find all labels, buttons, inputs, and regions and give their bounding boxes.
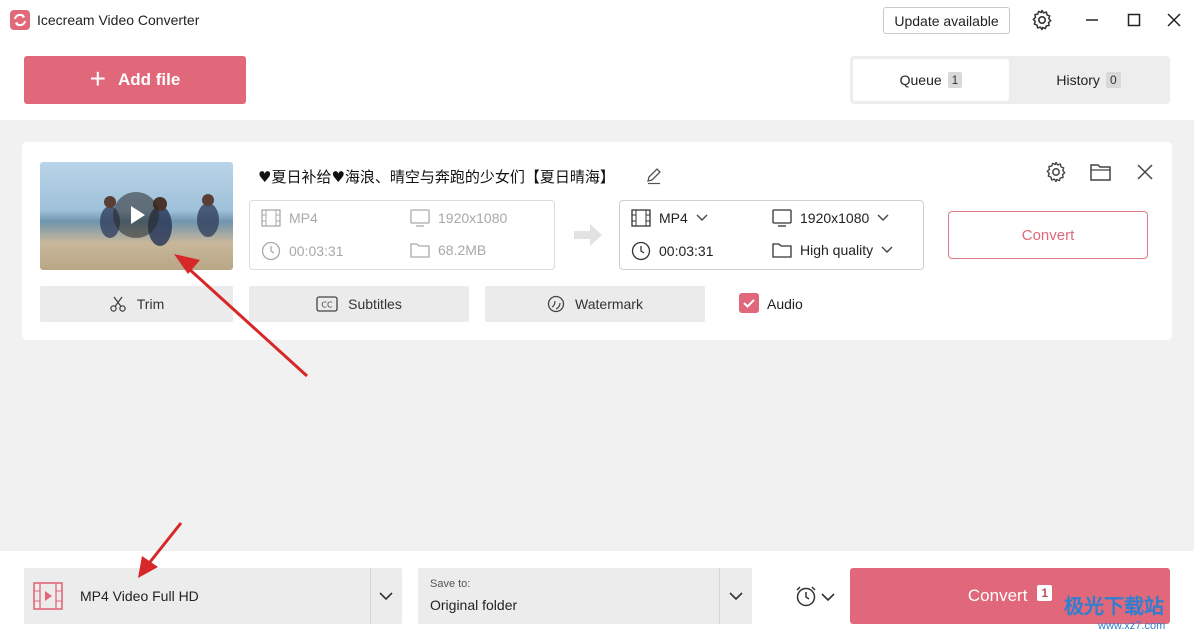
- checkmark-icon: [743, 299, 755, 308]
- open-folder-icon[interactable]: [1089, 160, 1113, 184]
- add-file-label: Add file: [118, 70, 181, 89]
- settings-gear-icon[interactable]: [1030, 8, 1054, 32]
- save-to-caption: Save to:: [430, 578, 471, 590]
- video-format-icon: [33, 582, 63, 610]
- chevron-down-icon: [881, 246, 893, 253]
- source-duration: 00:03:31: [261, 241, 344, 261]
- chevron-down-icon[interactable]: [820, 587, 836, 605]
- tab-queue[interactable]: Queue 1: [853, 59, 1009, 101]
- add-file-button[interactable]: + Add file: [24, 56, 246, 104]
- output-duration: 00:03:31: [631, 241, 714, 261]
- save-to-value: Original folder: [430, 597, 518, 613]
- app-logo-icon: [10, 10, 30, 30]
- clock-icon: [261, 241, 281, 261]
- output-quality-select[interactable]: High quality: [772, 241, 893, 259]
- file-title: ♥夏日补给♥海浪、晴空与奔跑的少女们【夏日晴海】: [258, 168, 615, 186]
- folder-icon: [410, 243, 430, 258]
- watermark-button[interactable]: Watermark: [485, 286, 705, 322]
- save-divider: [719, 568, 720, 624]
- source-resolution: 1920x1080: [410, 209, 507, 227]
- folder-icon: [772, 243, 792, 258]
- subtitles-button[interactable]: CC Subtitles: [249, 286, 469, 322]
- film-icon: [261, 209, 281, 227]
- chevron-down-icon[interactable]: [727, 587, 745, 605]
- alarm-clock-icon[interactable]: [794, 584, 818, 608]
- chevron-down-icon: [877, 214, 889, 221]
- chevron-down-icon: [696, 214, 708, 221]
- output-format-select[interactable]: MP4: [631, 209, 708, 227]
- history-count-badge: 0: [1105, 72, 1121, 88]
- preset-divider: [370, 568, 371, 624]
- save-to-select[interactable]: [418, 568, 752, 624]
- file-settings-gear-icon[interactable]: [1044, 160, 1068, 184]
- convert-arrow-icon: [572, 222, 604, 248]
- edit-pencil-icon[interactable]: [645, 167, 663, 185]
- app-title: Icecream Video Converter: [37, 12, 200, 28]
- convert-file-button[interactable]: Convert: [948, 211, 1148, 259]
- minimize-icon[interactable]: [1082, 10, 1102, 30]
- film-icon: [631, 209, 651, 227]
- tab-history-label: History: [1056, 72, 1100, 88]
- trim-button[interactable]: Trim: [40, 286, 233, 322]
- site-watermark-url: www.xz7.com: [1098, 620, 1166, 632]
- tab-history[interactable]: History 0: [1010, 59, 1167, 101]
- queue-count-badge: 1: [947, 72, 963, 88]
- site-watermark: 极光下载站: [1064, 594, 1164, 618]
- scissors-icon: [110, 296, 126, 312]
- audio-label: Audio: [767, 296, 803, 312]
- watermark-drop-icon: [547, 295, 565, 313]
- source-size: 68.2MB: [410, 241, 486, 259]
- plus-icon: +: [89, 62, 106, 94]
- queue-history-tabs: Queue 1 History 0: [850, 56, 1170, 104]
- output-resolution-select[interactable]: 1920x1080: [772, 209, 889, 227]
- closed-captions-icon: CC: [316, 296, 338, 312]
- maximize-icon[interactable]: [1124, 10, 1144, 30]
- audio-checkbox[interactable]: [739, 293, 759, 313]
- chevron-down-icon[interactable]: [377, 587, 395, 605]
- monitor-icon: [772, 209, 792, 227]
- source-format: MP4: [261, 209, 318, 227]
- svg-text:CC: CC: [322, 301, 334, 310]
- preset-label: MP4 Video Full HD: [80, 588, 199, 604]
- update-available-button[interactable]: Update available: [883, 7, 1010, 34]
- clock-icon: [631, 241, 651, 261]
- window-close-icon[interactable]: [1164, 10, 1184, 30]
- monitor-icon: [410, 209, 430, 227]
- remove-file-close-icon[interactable]: [1134, 161, 1156, 183]
- convert-count-badge: 1: [1037, 585, 1053, 601]
- play-icon[interactable]: [113, 192, 159, 238]
- convert-all-label: Convert: [967, 586, 1028, 605]
- tab-queue-label: Queue: [899, 72, 942, 88]
